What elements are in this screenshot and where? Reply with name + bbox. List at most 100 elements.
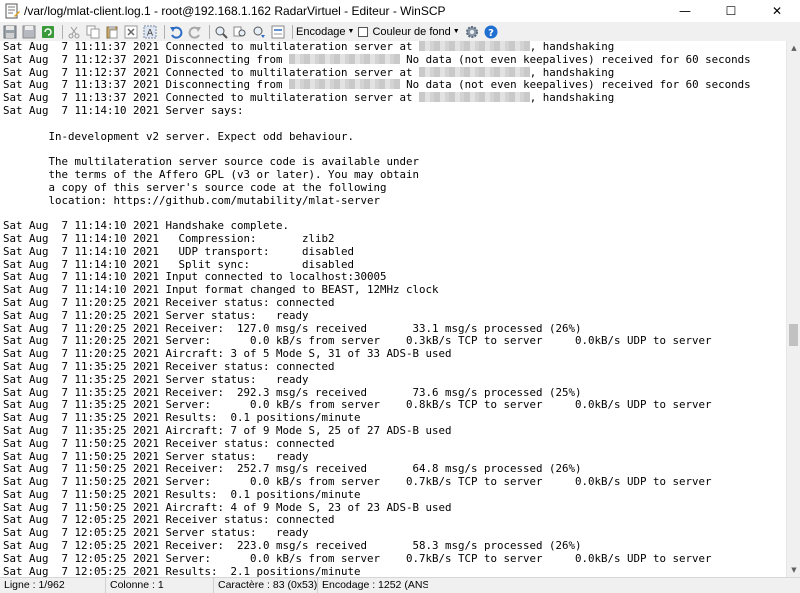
background-color-dropdown[interactable]: Couleur de fond ▼: [372, 26, 459, 38]
goto-line-button[interactable]: [270, 24, 286, 40]
log-text: Sat Aug 7 11:50:25 2021 Receiver: 252.7 …: [3, 462, 582, 476]
log-text: Sat Aug 7 11:13:37 2021 Disconnecting fr…: [3, 78, 290, 92]
log-text: Sat Aug 7 11:20:25 2021 Server status: r…: [3, 308, 309, 322]
save-button[interactable]: [2, 24, 18, 40]
svg-text:?: ?: [488, 28, 494, 39]
goto-line-icon: [271, 25, 285, 38]
copy-button[interactable]: [85, 24, 101, 40]
gear-icon: [465, 25, 478, 38]
window-title: /var/log/mlat-client.log.1 - root@192.16…: [24, 3, 446, 18]
title-bar: /var/log/mlat-client.log.1 - root@192.16…: [0, 0, 800, 22]
text-editor[interactable]: Sat Aug 7 11:11:37 2021 Connected to mul…: [0, 41, 786, 577]
replace-icon: [233, 26, 246, 36]
scissors-icon: [68, 26, 80, 38]
log-text: Sat Aug 7 11:35:25 2021 Aircraft: 7 of 9…: [3, 423, 452, 437]
maximize-button[interactable]: ☐: [708, 0, 754, 22]
log-text: Sat Aug 7 11:14:10 2021 Handshake comple…: [3, 219, 290, 233]
minimize-button[interactable]: —: [662, 0, 708, 22]
redacted-address: [419, 66, 530, 77]
log-text: Sat Aug 7 11:50:25 2021 Results: 0.1 pos…: [3, 487, 361, 501]
log-text: the terms of the Affero GPL (v3 or later…: [3, 167, 420, 181]
status-character: Caractère : 83 (0x53): [214, 577, 318, 593]
find-icon: [215, 26, 228, 39]
delete-button[interactable]: [123, 24, 139, 40]
log-text: location: https://github.com/mutability/…: [3, 193, 381, 207]
log-text: Sat Aug 7 11:35:25 2021 Receiver status:…: [3, 359, 335, 373]
background-color-checkbox[interactable]: [358, 26, 369, 37]
redo-button[interactable]: [187, 24, 203, 40]
toolbar-separator: [209, 24, 210, 39]
select-all-icon: A: [143, 25, 157, 38]
scrollbar-thumb[interactable]: [789, 324, 798, 346]
log-line: Sat Aug 7 11:14:10 2021 Server says:: [3, 103, 751, 118]
scroll-down-arrow-icon[interactable]: ▼: [787, 563, 800, 577]
find-button[interactable]: [213, 24, 229, 40]
toolbar-separator: [164, 24, 165, 39]
delete-icon: [124, 25, 138, 38]
undo-button[interactable]: [168, 24, 184, 40]
log-text: Sat Aug 7 12:05:25 2021 Server status: r…: [3, 526, 309, 540]
log-text: Sat Aug 7 11:14:10 2021 Server says:: [3, 103, 244, 117]
log-line: Sat Aug 7 12:05:25 2021 Results: 2.1 pos…: [3, 564, 751, 577]
log-text: Sat Aug 7 11:35:25 2021 Receiver: 292.3 …: [3, 385, 582, 399]
log-text: No data (not even keepalives) received f…: [399, 52, 751, 66]
editor-toolbar: A Encodage ▼ Couleur de fond ▼ ?: [0, 22, 800, 41]
close-button[interactable]: ✕: [754, 0, 800, 22]
save-as-button[interactable]: [21, 24, 37, 40]
log-text: Sat Aug 7 11:12:37 2021 Disconnecting fr…: [3, 52, 290, 66]
chevron-down-icon: ▼: [452, 28, 460, 35]
scroll-up-arrow-icon[interactable]: ▲: [787, 41, 800, 55]
editor-app-icon: [5, 3, 20, 18]
log-line: In-development v2 server. Expect odd beh…: [3, 129, 751, 144]
chevron-down-icon: ▼: [347, 28, 355, 35]
redacted-address: [289, 53, 400, 64]
paste-icon: [106, 25, 118, 38]
log-text: No data (not even keepalives) received f…: [399, 78, 751, 92]
toolbar-separator: [62, 24, 63, 39]
reload-icon: [42, 25, 54, 38]
copy-icon: [86, 25, 100, 38]
log-text: Sat Aug 7 11:12:37 2021 Connected to mul…: [3, 65, 420, 79]
replace-button[interactable]: [232, 24, 248, 40]
redo-icon: [188, 26, 201, 39]
log-text: Sat Aug 7 11:14:10 2021 Input format cha…: [3, 283, 439, 297]
cut-button[interactable]: [66, 24, 82, 40]
log-text: Sat Aug 7 11:35:25 2021 Server status: r…: [3, 372, 309, 386]
background-color-label: Couleur de fond: [372, 25, 451, 38]
log-content: Sat Aug 7 11:11:37 2021 Connected to mul…: [3, 41, 751, 577]
log-text: Sat Aug 7 12:05:25 2021 Server: 0.0 kB/s…: [3, 551, 712, 565]
log-text: Sat Aug 7 11:14:10 2021 Input connected …: [3, 270, 387, 284]
log-text: Sat Aug 7 11:20:25 2021 Server: 0.0 kB/s…: [3, 334, 712, 348]
save-as-icon: [22, 25, 36, 38]
log-text: Sat Aug 7 12:05:25 2021 Results: 2.1 pos…: [3, 564, 361, 577]
paste-button[interactable]: [104, 24, 120, 40]
log-text: Sat Aug 7 11:50:25 2021 Aircraft: 4 of 9…: [3, 500, 452, 514]
find-next-icon: [253, 26, 265, 38]
reload-button[interactable]: [40, 24, 56, 40]
preferences-button[interactable]: [464, 24, 480, 40]
log-text: Sat Aug 7 11:14:10 2021 UDP transport: d…: [3, 244, 355, 258]
status-encoding: Encodage : 1252 (ANSI - l: [322, 578, 428, 591]
status-line: Ligne : 1/962: [0, 577, 106, 593]
log-text: a copy of this server's source code at t…: [3, 180, 387, 194]
log-line: location: https://github.com/mutability/…: [3, 193, 751, 208]
save-icon: [3, 25, 17, 38]
log-text: Sat Aug 7 11:50:25 2021 Server status: r…: [3, 449, 309, 463]
log-text: , handshaking: [529, 41, 615, 53]
log-text: Sat Aug 7 11:50:25 2021 Receiver status:…: [3, 436, 335, 450]
vertical-scrollbar[interactable]: ▲ ▼: [786, 41, 800, 577]
log-text: In-development v2 server. Expect odd beh…: [3, 129, 355, 143]
encoding-dropdown[interactable]: Encodage ▼: [296, 26, 354, 38]
help-button[interactable]: ?: [483, 24, 499, 40]
find-next-button[interactable]: [251, 24, 267, 40]
toolbar-separator: [292, 24, 293, 39]
status-column: Colonne : 1: [106, 577, 214, 593]
log-text: , handshaking: [529, 91, 615, 105]
redacted-address: [419, 92, 530, 103]
select-all-button[interactable]: A: [142, 24, 158, 40]
redacted-address: [419, 41, 530, 51]
log-text: Sat Aug 7 11:35:25 2021 Results: 0.1 pos…: [3, 411, 361, 425]
log-text: Sat Aug 7 11:14:10 2021 Compression: zli…: [3, 231, 335, 245]
log-text: Sat Aug 7 11:20:25 2021 Aircraft: 3 of 5…: [3, 347, 452, 361]
log-text: Sat Aug 7 11:20:25 2021 Receiver status:…: [3, 295, 335, 309]
